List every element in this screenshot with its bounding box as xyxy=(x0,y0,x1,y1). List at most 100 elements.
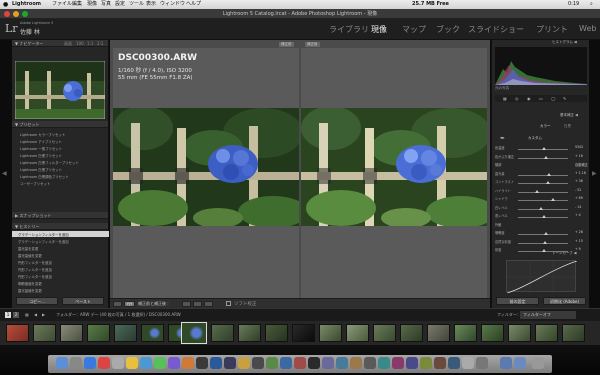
module-map[interactable]: マップ xyxy=(402,24,426,35)
filmstrip-thumbnail[interactable] xyxy=(508,324,531,342)
app-icon[interactable] xyxy=(350,357,362,369)
app-icon[interactable] xyxy=(252,357,264,369)
history-header[interactable]: ▼ ヒストリー xyxy=(12,223,108,230)
menu-file[interactable]: ファイル xyxy=(52,0,72,9)
filmstrip-thumbnail[interactable] xyxy=(427,324,450,342)
graduated-filter-icon[interactable]: ▭ xyxy=(539,96,543,101)
preset-folder[interactable]: Lightroom カラープリセット xyxy=(20,132,65,137)
lightroom-dock-icon[interactable] xyxy=(224,357,236,369)
slider-track[interactable] xyxy=(518,240,568,244)
history-item-selected[interactable]: グラデーションフィルターを追加 xyxy=(18,232,69,237)
copy-before-after-button[interactable] xyxy=(182,301,191,307)
slider-value[interactable]: + 4 xyxy=(575,213,581,217)
radial-filter-icon[interactable]: ◯ xyxy=(551,96,555,101)
history-item[interactable]: 円形フィルターを追加 xyxy=(18,260,52,265)
spotlight-icon[interactable]: ⌕ xyxy=(590,0,593,9)
menu-app-name[interactable]: Lightroom xyxy=(12,0,41,9)
preset-folder[interactable]: Lightroom 白黒調色プリセット xyxy=(20,174,69,179)
slider-handle[interactable] xyxy=(535,189,539,193)
treatment-color[interactable]: カラー xyxy=(540,124,551,129)
app-icon[interactable] xyxy=(420,357,432,369)
photoshop-icon[interactable] xyxy=(210,357,222,369)
app-icon[interactable] xyxy=(364,357,376,369)
history-item[interactable]: 露光量値を変更 xyxy=(18,253,42,258)
spot-removal-icon[interactable]: ◎ xyxy=(515,96,519,101)
app-icon[interactable] xyxy=(294,357,306,369)
module-print[interactable]: プリント xyxy=(536,24,568,35)
navigator-header[interactable]: ▼ ナビゲーター 画面 100 1:1 2:1 xyxy=(12,40,108,47)
filmstrip-thumbnail-selected[interactable] xyxy=(181,322,207,344)
slider-value[interactable]: - 52 xyxy=(575,188,581,192)
slider-value[interactable]: + 1.16 xyxy=(575,171,586,175)
minimize-window-icon[interactable] xyxy=(13,11,19,17)
itunes-icon[interactable] xyxy=(168,357,180,369)
calendar-icon[interactable] xyxy=(98,357,110,369)
zoom-2to1[interactable]: 2:1 xyxy=(97,40,103,47)
redeye-tool-icon[interactable]: ◉ xyxy=(527,96,531,101)
slider-track[interactable] xyxy=(518,198,568,201)
history-item[interactable]: 露光量値を変更 xyxy=(18,288,42,293)
launchpad-icon[interactable] xyxy=(70,357,82,369)
close-window-icon[interactable] xyxy=(4,11,10,17)
white-balance-picker-icon[interactable]: ✒ xyxy=(500,135,505,142)
documents-folder-icon[interactable] xyxy=(514,357,526,369)
slider-track[interactable] xyxy=(518,172,568,176)
preset-folder[interactable]: Lightroom アイプリセット xyxy=(20,139,62,144)
app-icon[interactable] xyxy=(266,357,278,369)
photos-icon[interactable] xyxy=(182,357,194,369)
before-after-view-button[interactable]: Y|Y xyxy=(124,301,135,307)
contacts-icon[interactable] xyxy=(112,357,124,369)
menu-window[interactable]: ウィンドウ xyxy=(160,0,185,9)
finder-icon[interactable] xyxy=(56,357,68,369)
filmstrip-thumbnail[interactable] xyxy=(373,324,396,342)
app-icon[interactable] xyxy=(238,357,250,369)
histogram[interactable] xyxy=(495,47,587,85)
treatment-bw[interactable]: 白黒 xyxy=(564,124,571,129)
history-item[interactable]: 明瞭度値を変更 xyxy=(18,281,42,286)
filmstrip-thumbnail[interactable] xyxy=(114,324,137,342)
page-2-button[interactable]: 2 xyxy=(13,312,19,318)
history-item[interactable]: 露光量を変更 xyxy=(18,246,38,251)
filmstrip-thumbnail[interactable] xyxy=(211,324,234,342)
slider-handle[interactable] xyxy=(542,249,546,252)
filmstrip-thumbnail[interactable] xyxy=(33,324,56,342)
slider-track[interactable] xyxy=(518,189,568,193)
slider-value[interactable]: - 14 xyxy=(575,205,581,209)
slider-track[interactable] xyxy=(518,232,568,235)
filmstrip-thumbnail[interactable] xyxy=(292,324,315,342)
filmstrip-thumbnail[interactable] xyxy=(535,324,558,342)
slider-track[interactable] xyxy=(518,155,568,159)
module-web[interactable]: Web xyxy=(579,24,596,33)
slider-handle[interactable] xyxy=(542,147,546,150)
crop-tool-icon[interactable]: ▦ xyxy=(503,96,507,101)
app-icon[interactable] xyxy=(476,357,488,369)
menu-tools[interactable]: ツール xyxy=(129,0,144,9)
slider-track[interactable] xyxy=(518,206,568,210)
right-panel-toggle-icon[interactable]: ▶ xyxy=(592,170,597,177)
app-icon[interactable] xyxy=(434,357,446,369)
notes-icon[interactable] xyxy=(126,357,138,369)
menu-view[interactable]: 表示 xyxy=(146,0,156,9)
filmstrip-thumbnail[interactable] xyxy=(238,324,261,342)
page-1-button[interactable]: 1 xyxy=(5,312,11,318)
module-develop[interactable]: 現像 xyxy=(371,24,387,35)
loupe-view-button[interactable] xyxy=(113,301,122,307)
reset-button[interactable]: 初期化 (Adobe) xyxy=(543,297,586,305)
safari-icon[interactable] xyxy=(84,357,96,369)
module-book[interactable]: ブック xyxy=(436,24,460,35)
filmstrip-thumbnail[interactable] xyxy=(454,324,477,342)
app-icon[interactable] xyxy=(392,357,404,369)
history-item[interactable]: 円形フィルターを追加 xyxy=(18,274,52,279)
zoom-window-icon[interactable] xyxy=(22,11,28,17)
filmstrip-thumbnail[interactable] xyxy=(319,324,342,342)
menu-develop[interactable]: 現像 xyxy=(87,0,97,9)
preset-folder[interactable]: Lightroom 白黒フィルタープリセット xyxy=(20,160,79,165)
grid-view-icon[interactable]: ▦ xyxy=(25,309,29,321)
menu-help[interactable]: ヘルプ xyxy=(186,0,201,9)
left-panel-toggle-icon[interactable]: ◀ xyxy=(2,170,7,177)
slider-handle[interactable] xyxy=(543,240,547,244)
apple-icon[interactable]: ● xyxy=(3,0,8,9)
slider-value[interactable]: + 69 xyxy=(575,196,583,200)
app-icon[interactable] xyxy=(336,357,348,369)
slider-value[interactable]: + 16 xyxy=(575,154,583,158)
